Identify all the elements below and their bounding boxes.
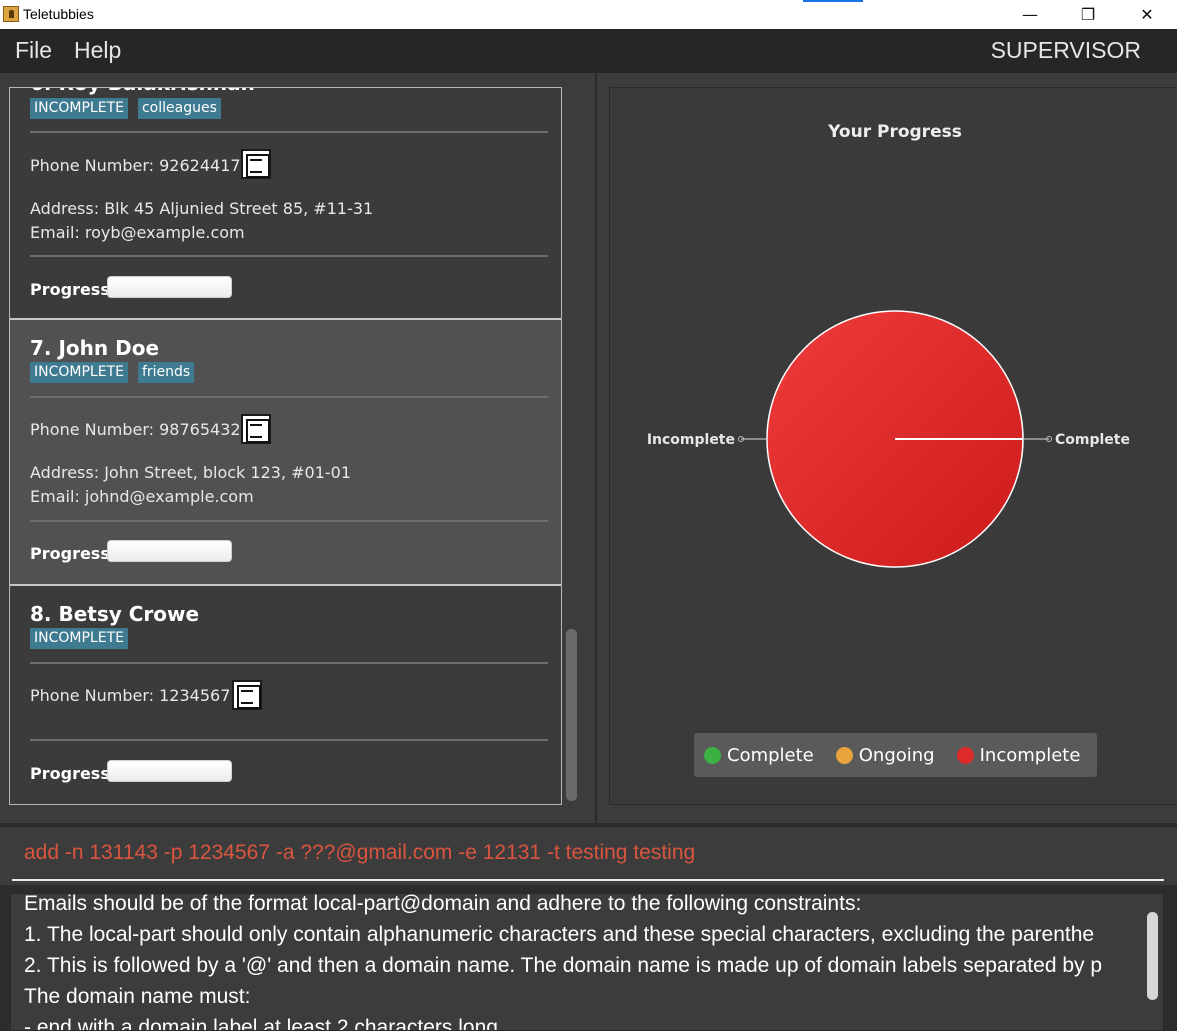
menu-file[interactable]: File — [15, 37, 52, 64]
result-scrollbar[interactable] — [1147, 912, 1158, 1000]
maximize-button[interactable]: ❐ — [1065, 0, 1111, 29]
result-display[interactable]: Emails should be of the format local-par… — [10, 893, 1164, 1031]
phone-number: Phone Number: 1234567 — [30, 686, 231, 705]
person-card-john[interactable]: 7. John Doe INCOMPLETE friends Phone Num… — [10, 320, 561, 586]
titlebar-accent — [803, 0, 863, 2]
legend-dot-complete — [704, 746, 721, 764]
tag-status: INCOMPLETE — [30, 628, 128, 649]
progress-bar — [107, 540, 232, 562]
chart-legend: Complete Ongoing Incomplete — [694, 733, 1097, 777]
result-line: 1. The local-part should only contain al… — [24, 923, 1095, 946]
command-box — [0, 827, 1177, 885]
tag-list: INCOMPLETE colleagues — [30, 98, 221, 119]
result-line: 2. This is followed by a '@' and then a … — [24, 954, 1103, 977]
legend-dot-ongoing — [835, 746, 853, 764]
person-name: 6. Roy Balakrishnan — [30, 88, 255, 95]
result-line: Emails should be of the format local-par… — [24, 893, 862, 915]
close-button[interactable]: ✕ — [1124, 0, 1170, 29]
person-name: 8. Betsy Crowe — [30, 602, 200, 626]
result-line: - end with a domain label at least 2 cha… — [24, 1016, 498, 1031]
legend-label: Complete — [727, 744, 814, 766]
menu-bar: File Help SUPERVISOR — [0, 29, 1177, 73]
app-icon — [3, 6, 19, 22]
tag-group: friends — [137, 362, 195, 383]
person-card-roy[interactable]: 6. Roy Balakrishnan INCOMPLETE colleague… — [10, 88, 561, 320]
pie-chart: Incomplete Complete — [647, 310, 1130, 568]
person-list[interactable]: 6. Roy Balakrishnan INCOMPLETE colleague… — [9, 87, 562, 805]
legend-item-ongoing: Ongoing — [835, 744, 935, 766]
separator — [30, 255, 548, 257]
tag-list: INCOMPLETE — [30, 628, 128, 649]
separator — [30, 131, 548, 133]
legend-label: Ongoing — [858, 744, 935, 766]
person-list-panel: 6. Roy Balakrishnan INCOMPLETE colleague… — [0, 73, 595, 823]
menu-help[interactable]: Help — [74, 37, 121, 64]
progress-label: Progress: — [30, 280, 117, 299]
legend-dot-incomplete — [956, 746, 974, 764]
separator — [30, 520, 548, 522]
result-line: The domain name must: — [24, 985, 251, 1008]
window-title: Teletubbies — [23, 6, 94, 22]
legend-item-incomplete: Incomplete — [956, 744, 1081, 766]
copy-phone-icon[interactable] — [241, 414, 271, 444]
command-input[interactable] — [12, 827, 1164, 881]
pie-label-complete: Complete — [1055, 432, 1130, 448]
email: Email: royb@example.com — [30, 223, 245, 242]
person-name: 7. John Doe — [30, 336, 160, 360]
separator — [30, 662, 548, 664]
progress-bar — [107, 760, 232, 782]
phone-number: Phone Number: 98765432 — [30, 420, 241, 439]
legend-label: Incomplete — [979, 744, 1081, 766]
phone-number: Phone Number: 92624417 — [30, 156, 241, 175]
progress-label: Progress: — [30, 764, 117, 783]
progress-label: Progress: — [30, 544, 117, 563]
address: Address: John Street, block 123, #01-01 — [30, 463, 352, 482]
copy-phone-icon[interactable] — [241, 149, 271, 179]
minimize-button[interactable]: — — [1007, 0, 1053, 29]
progress-bar — [107, 276, 232, 298]
copy-phone-icon[interactable] — [232, 680, 262, 710]
tag-group: colleagues — [137, 98, 221, 119]
window-titlebar: Teletubbies — ❐ ✕ — [0, 0, 1177, 29]
separator — [30, 739, 548, 741]
legend-item-complete: Complete — [704, 745, 814, 766]
result-display-area: Emails should be of the format local-par… — [0, 885, 1177, 1031]
pie-label-incomplete: Incomplete — [647, 432, 735, 448]
tag-list: INCOMPLETE friends — [30, 362, 195, 383]
role-label: SUPERVISOR — [990, 37, 1141, 63]
progress-panel: Your Progress Incomplete Complete Complet… — [597, 73, 1177, 823]
list-scrollbar[interactable] — [566, 629, 577, 801]
address: Address: Blk 45 Aljunied Street 85, #11-… — [30, 199, 374, 218]
person-card-betsy[interactable]: 8. Betsy Crowe INCOMPLETE Phone Number: … — [10, 586, 561, 804]
tag-status: INCOMPLETE — [30, 98, 128, 119]
tag-status: INCOMPLETE — [30, 362, 128, 383]
progress-chart: Your Progress Incomplete Complete Complet… — [609, 87, 1177, 805]
separator — [30, 396, 548, 398]
email: Email: johnd@example.com — [30, 487, 254, 506]
